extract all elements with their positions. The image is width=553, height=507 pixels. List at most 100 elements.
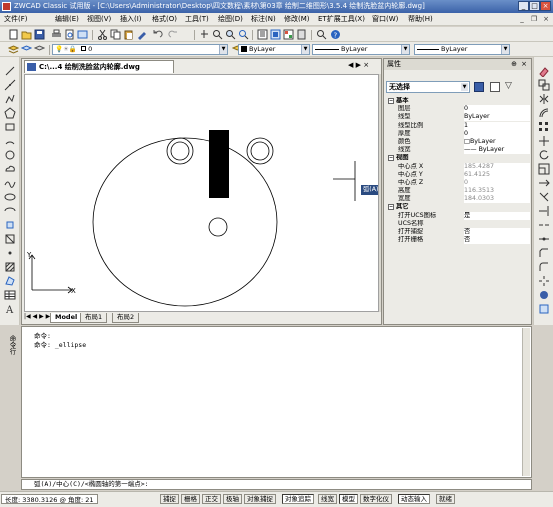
prop-row[interactable]: 线型 ByLayer <box>386 113 530 122</box>
polygon-tool-icon[interactable] <box>4 107 16 119</box>
trim-icon[interactable] <box>538 191 550 203</box>
layer-previous-icon[interactable] <box>34 44 45 55</box>
paste-icon[interactable] <box>123 29 134 40</box>
quick-select-icon[interactable]: ▽ <box>505 81 512 91</box>
grid-toggle[interactable]: 栅格 <box>181 494 200 504</box>
print-icon[interactable] <box>51 29 62 40</box>
otrack-toggle[interactable]: 对象追踪 <box>282 494 314 504</box>
save-icon[interactable] <box>34 29 45 40</box>
category-misc[interactable]: − 其它 <box>386 203 530 211</box>
polar-toggle[interactable]: 极轴 <box>223 494 242 504</box>
prop-row[interactable]: 打开UCS图标是 <box>386 211 530 220</box>
join-icon[interactable] <box>538 233 550 245</box>
menu-edit[interactable]: 编辑(E) <box>55 14 79 25</box>
publish-icon[interactable] <box>77 29 88 40</box>
command-history[interactable]: 命令: 命令: _ellipse <box>21 326 532 478</box>
undo-icon[interactable] <box>152 29 163 40</box>
spline-tool-icon[interactable] <box>4 177 16 189</box>
doc-minimize-button[interactable]: _ <box>517 14 527 24</box>
redo-icon[interactable] <box>168 29 179 40</box>
xline-tool-icon[interactable] <box>4 79 16 91</box>
document-tab[interactable]: C:\...4 绘制洗脸盆内轮廓.dwg <box>24 60 174 73</box>
zoom-previous-icon[interactable] <box>238 29 249 40</box>
design-center-icon[interactable] <box>270 29 281 40</box>
pin-icon[interactable]: ⊕ <box>511 59 517 70</box>
prop-row[interactable]: UCS名称 <box>386 220 530 228</box>
explode-icon[interactable] <box>538 275 550 287</box>
prop-row[interactable]: 图层 0 <box>386 105 530 114</box>
offset-icon[interactable] <box>538 107 550 119</box>
ellipse-tool-icon[interactable] <box>4 191 16 203</box>
toggle-pickadd-icon[interactable] <box>474 82 484 92</box>
menu-tools[interactable]: 工具(T) <box>185 14 209 25</box>
osnap-toggle[interactable]: 对象捕捉 <box>244 494 276 504</box>
category-view[interactable]: − 视图 <box>386 154 530 162</box>
menu-draw[interactable]: 绘图(D) <box>218 14 243 25</box>
stretch-icon[interactable] <box>538 177 550 189</box>
circle-tool-icon[interactable] <box>4 149 16 161</box>
collapse-icon[interactable]: − <box>388 204 394 211</box>
revcloud-tool-icon[interactable] <box>4 163 16 175</box>
model-toggle[interactable]: 模型 <box>339 494 358 504</box>
help-icon[interactable]: ? <box>330 29 341 40</box>
mirror-icon[interactable] <box>538 93 550 105</box>
collapse-icon[interactable]: − <box>388 155 394 162</box>
zoom-realtime-icon[interactable] <box>212 29 223 40</box>
tablet-toggle[interactable]: 数字化仪 <box>360 494 392 504</box>
prop-row[interactable]: 中心点 X 185.4287 <box>386 162 530 171</box>
zoom-magnify-icon[interactable] <box>316 29 327 40</box>
open-folder-icon[interactable] <box>21 29 32 40</box>
fillet-icon[interactable] <box>538 261 550 273</box>
doc-restore-button[interactable]: ❐ <box>529 14 539 24</box>
tab-model[interactable]: Model <box>50 313 83 323</box>
point-tool-icon[interactable] <box>4 247 16 259</box>
prop-row[interactable]: 中心点 Y 61.4125 <box>386 170 530 179</box>
maximize-button[interactable]: □ <box>529 1 540 11</box>
layer-state-icon[interactable] <box>21 44 32 55</box>
linetype-dropdown[interactable]: ByLayer ▼ <box>312 44 410 55</box>
command-input[interactable]: 弧(A)/中心(C)/<椭圆轴的第一端点>: <box>21 479 532 490</box>
pedit-icon[interactable] <box>538 289 550 301</box>
vertical-scrollbar[interactable] <box>379 74 381 312</box>
multiline-text-icon[interactable]: A <box>4 303 16 315</box>
arc-tool-icon[interactable] <box>4 135 16 147</box>
copy-object-icon[interactable] <box>538 79 550 91</box>
menu-file[interactable]: 文件(F) <box>4 14 28 25</box>
polyline-tool-icon[interactable] <box>4 93 16 105</box>
doc-close-button[interactable]: × <box>541 14 551 24</box>
rotate-icon[interactable] <box>538 149 550 161</box>
match-properties-icon[interactable] <box>136 29 147 40</box>
break-icon[interactable] <box>538 219 550 231</box>
menu-dimension[interactable]: 标注(N) <box>251 14 276 25</box>
prop-row[interactable]: 线型比例 1 <box>386 121 530 130</box>
color-dropdown[interactable]: ByLayer ▼ <box>238 44 310 55</box>
scale-icon[interactable] <box>538 163 550 175</box>
minimize-button[interactable]: _ <box>518 1 529 11</box>
collapse-icon[interactable]: − <box>388 98 394 104</box>
select-objects-icon[interactable] <box>490 82 500 92</box>
prop-row[interactable]: 宽度 184.0303 <box>386 195 530 204</box>
prop-row[interactable]: 厚度 0 <box>386 129 530 138</box>
array-icon[interactable] <box>538 121 550 133</box>
erase-icon[interactable] <box>538 65 550 77</box>
menu-window[interactable]: 窗口(W) <box>372 14 398 25</box>
pan-icon[interactable] <box>199 29 210 40</box>
new-file-icon[interactable] <box>8 29 19 40</box>
prop-row[interactable]: 打开捕捉否 <box>386 228 530 236</box>
drawing-canvas[interactable]: Y X 弧(A)/中心(C)/<椭圆轴的第一端点>: <box>24 74 379 312</box>
copy-icon[interactable] <box>110 29 121 40</box>
tab-layout1[interactable]: 布局1 <box>80 313 108 323</box>
line-tool-icon[interactable] <box>4 65 16 77</box>
layer-manager-icon[interactable] <box>8 44 19 55</box>
category-basic[interactable]: − 基本 <box>386 97 530 105</box>
prop-row[interactable]: 中心点 Z0 <box>386 178 530 187</box>
menu-format[interactable]: 格式(O) <box>152 14 177 25</box>
make-block-icon[interactable] <box>4 233 16 245</box>
dynamic-input-toggle[interactable]: 动态输入 <box>398 494 430 504</box>
tab-layout2[interactable]: 布局2 <box>112 313 140 323</box>
selection-dropdown[interactable]: 无选择 ▼ <box>386 81 470 93</box>
ellipse-arc-tool-icon[interactable] <box>4 205 16 217</box>
prop-row[interactable]: 线宽 —— ByLayer <box>386 146 530 155</box>
chamfer-icon[interactable] <box>538 247 550 259</box>
zoom-window-icon[interactable] <box>225 29 236 40</box>
